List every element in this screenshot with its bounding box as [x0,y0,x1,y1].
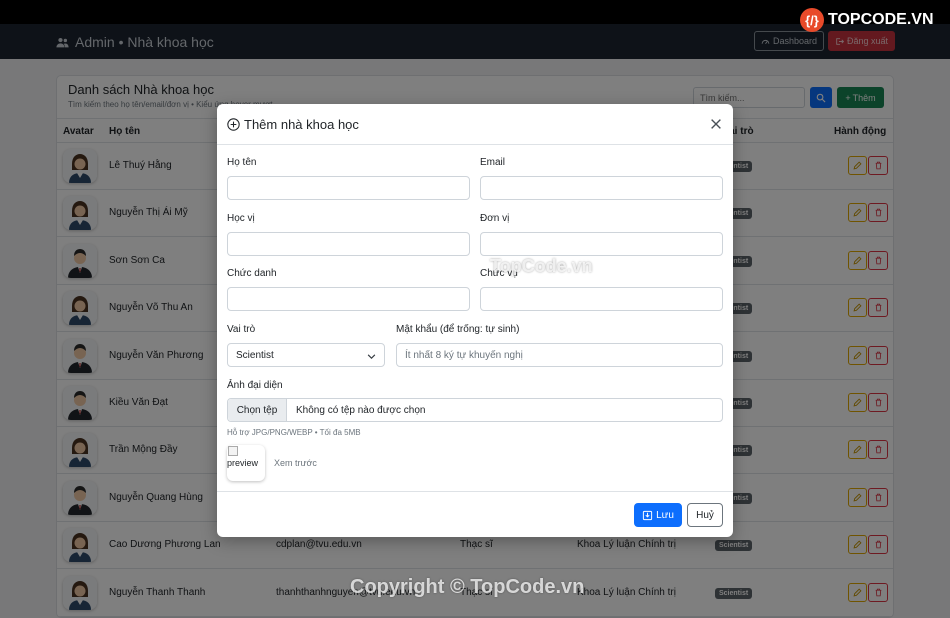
unit-label: Đơn vị [480,213,510,224]
add-scientist-modal: Thêm nhà khoa học Họ tên Email Học vị Đơ… [217,104,733,537]
modal-title: Thêm nhà khoa học [227,117,359,132]
topcode-logo-mark: {/} [800,8,824,32]
save-label: Lưu [656,509,674,521]
avatar-upload-label: Ảnh đại diện [227,380,283,391]
role-label: Vai trò [227,324,256,335]
chevron-down-icon [367,354,376,359]
degree-field[interactable] [227,232,470,256]
email-field[interactable] [480,176,723,200]
unit-field[interactable] [480,232,723,256]
plus-circle-icon [227,118,240,131]
password-field[interactable]: Ít nhất 8 ký tự khuyến nghị [396,343,723,367]
modal-header: Thêm nhà khoa học [217,104,733,145]
degree-label: Học vị [227,213,255,224]
save-button[interactable]: Lưu [634,503,682,527]
position-field[interactable] [227,287,470,311]
role-select[interactable]: Scientist [227,343,385,367]
avatar-preview: preview [227,445,265,481]
close-icon[interactable] [709,117,723,131]
preview-label: Xem trước [274,458,317,468]
choose-file-button[interactable]: Chọn tệp [228,399,287,421]
title-field[interactable] [480,287,723,311]
position-label: Chức danh [227,268,277,279]
file-status: Không có tệp nào được chọn [296,404,426,416]
topcode-logo: {/} TOPCODE.VN [800,8,934,32]
broken-image-icon [228,446,238,456]
role-select-value: Scientist [236,349,274,361]
cancel-button[interactable]: Huỷ [687,503,723,527]
name-field[interactable] [227,176,470,200]
watermark-center: TopCode.vn [490,256,593,276]
watermark-bottom: Copyright © TopCode.vn [350,576,585,598]
save-icon [642,510,653,520]
modal-title-text: Thêm nhà khoa học [244,117,359,132]
file-hint: Hỗ trợ JPG/PNG/WEBP • Tối đa 5MB [227,428,361,437]
name-label: Họ tên [227,157,257,168]
modal-footer: Lưu Huỷ [217,491,733,537]
preview-alt-text: preview [227,458,259,468]
avatar-file-input[interactable]: Chọn tệp Không có tệp nào được chọn [227,398,723,422]
email-label: Email [480,157,506,168]
password-label: Mật khẩu (để trống: tự sinh) [396,324,520,335]
logo-text: TOPCODE.VN [828,11,934,28]
